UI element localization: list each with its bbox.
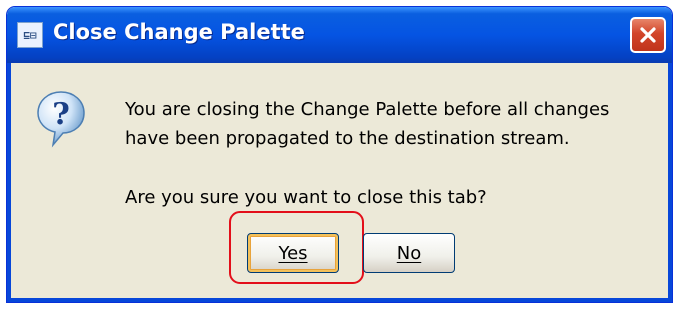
app-icon: ⊑⊟ [17, 22, 43, 48]
title-bar[interactable]: ⊑⊟ Close Change Palette [7, 7, 672, 63]
question-icon: ? [37, 91, 85, 148]
svg-text:?: ? [52, 97, 70, 132]
message-line-1: You are closing the Change Palette befor… [125, 99, 610, 149]
close-button[interactable] [630, 17, 666, 53]
window-title: Close Change Palette [53, 20, 305, 44]
window-frame-bottom [7, 298, 672, 302]
no-button-label: No [396, 242, 422, 264]
yes-button-label: Yes [278, 242, 308, 264]
dialog-window: ⊑⊟ Close Change Palette ? You are closin… [6, 6, 673, 303]
message-line-2: Are you sure you want to close this tab? [125, 187, 487, 208]
window-frame-right [668, 63, 672, 302]
message-text: You are closing the Change Palette befor… [125, 95, 655, 212]
no-button[interactable]: No [363, 233, 455, 273]
yes-button[interactable]: Yes [247, 233, 339, 273]
window-frame-left [7, 63, 11, 302]
close-icon [640, 27, 656, 43]
